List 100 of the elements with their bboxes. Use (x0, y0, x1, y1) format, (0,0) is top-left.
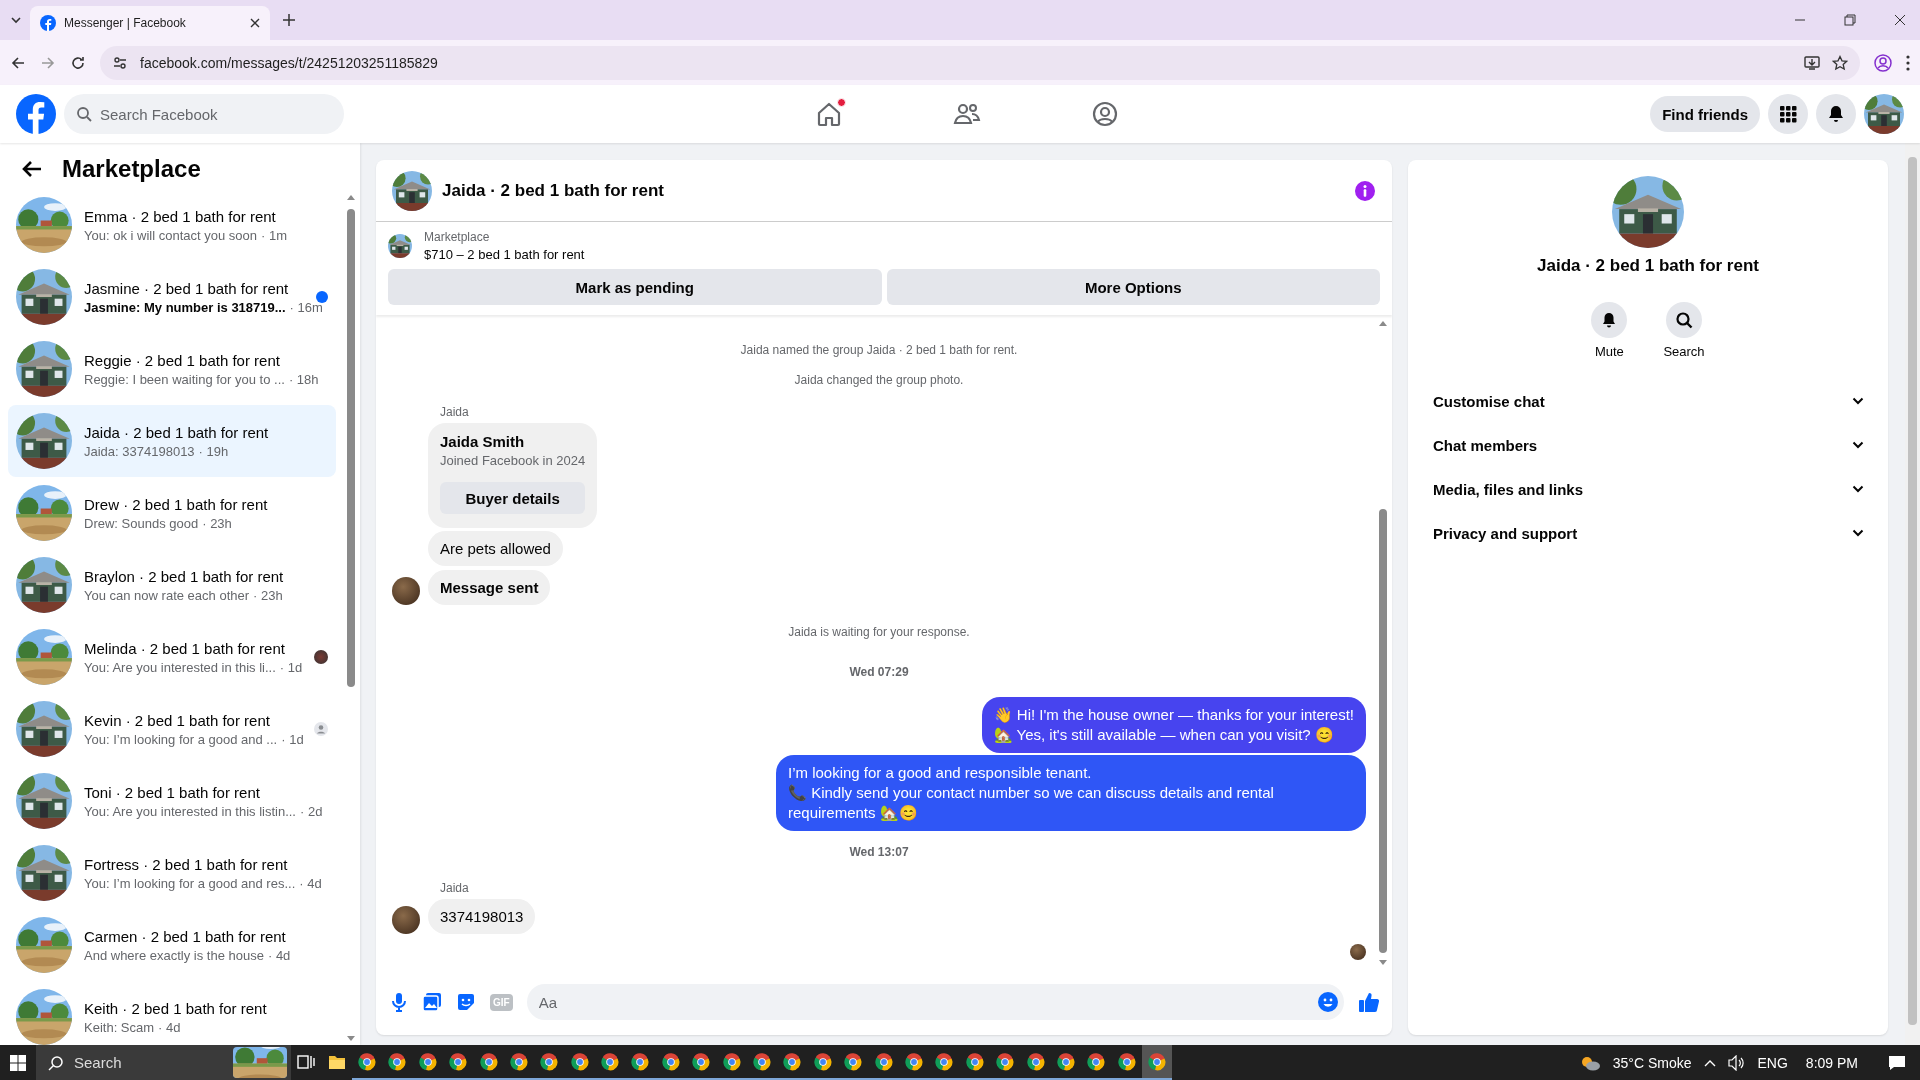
buyer-details-button[interactable]: Buyer details (440, 482, 586, 514)
chrome-icon[interactable] (631, 1052, 650, 1071)
taskbar-search-field[interactable]: Search (74, 1045, 214, 1080)
conversation-item[interactable]: Braylon · 2 bed 1 bath for rent You can now rate each other · 23h (8, 549, 336, 621)
listing-action-button[interactable]: Mark as pending (388, 269, 882, 305)
menu-icon[interactable] (1906, 54, 1910, 71)
chrome-icon[interactable] (1026, 1052, 1045, 1071)
scroll-down-icon[interactable] (346, 1035, 356, 1043)
conversation-item[interactable]: Melinda · 2 bed 1 bath for rent You: Are you interested in this li... · 1d (8, 621, 336, 693)
conversation-title: Fortress · 2 bed 1 bath for rent (84, 855, 289, 873)
reload-icon[interactable] (70, 54, 86, 71)
notification-center-icon[interactable] (1888, 1054, 1906, 1071)
chrome-icon[interactable] (844, 1052, 863, 1071)
close-icon[interactable] (1894, 14, 1906, 26)
chrome-icon[interactable] (1056, 1052, 1075, 1071)
volume-icon[interactable] (1727, 1054, 1746, 1071)
chrome-icon[interactable] (874, 1052, 893, 1071)
windows-start-icon[interactable] (10, 1054, 26, 1071)
chrome-icon[interactable] (509, 1052, 528, 1071)
find-friends-button[interactable]: Find friends (1650, 96, 1760, 132)
chrome-icon[interactable] (388, 1052, 407, 1071)
taskbar-search-box[interactable]: Search (36, 1045, 291, 1080)
scrollbar-thumb[interactable] (1908, 157, 1917, 1025)
conversation-item[interactable]: Toni · 2 bed 1 bath for rent You: Are you interested in this listin... · 2d (8, 765, 336, 837)
install-icon[interactable] (1804, 54, 1820, 71)
chrome-icon[interactable] (540, 1052, 559, 1071)
section-header[interactable]: Privacy and support (1420, 511, 1876, 555)
show-hidden-icons[interactable] (1703, 1058, 1716, 1067)
chrome-icon[interactable] (601, 1052, 620, 1071)
message-time: · 23h (202, 515, 232, 531)
back-icon[interactable] (22, 160, 42, 178)
scrollbar-thumb[interactable] (1379, 509, 1387, 953)
chrome-icon[interactable] (1148, 1052, 1167, 1071)
chrome-icon[interactable] (449, 1052, 468, 1071)
chrome-icon[interactable] (813, 1052, 832, 1071)
conversation-item[interactable]: Emma · 2 bed 1 bath for rent You: ok i will contact you soon · 1m (8, 189, 336, 261)
emoji-icon[interactable] (1318, 992, 1338, 1012)
chrome-icon[interactable] (357, 1052, 376, 1071)
section-header[interactable]: Media, files and links (1420, 467, 1876, 511)
scroll-down-icon[interactable] (1378, 959, 1388, 967)
chrome-icon[interactable] (935, 1052, 954, 1071)
system-message: Jaida changed the group photo. (794, 373, 964, 387)
conversation-title: Reggie · 2 bed 1 bath for rent (84, 351, 281, 369)
chrome-icon[interactable] (905, 1052, 923, 1071)
chrome-icon[interactable] (1087, 1052, 1106, 1071)
chrome-icon[interactable] (722, 1052, 741, 1071)
chrome-icon[interactable] (996, 1052, 1015, 1071)
conversation-item[interactable]: Jasmine · 2 bed 1 bath for rent Jasmine: My number is 318719... · 16m (8, 261, 336, 333)
chrome-icon[interactable] (783, 1052, 802, 1071)
section-header[interactable]: Chat members (1420, 423, 1876, 467)
facebook-logo[interactable] (16, 94, 56, 134)
close-icon[interactable] (250, 18, 260, 28)
chrome-icon[interactable] (661, 1052, 680, 1071)
conversation-item[interactable]: Reggie · 2 bed 1 bath for rent Reggie: I been waiting for you to ... · 18h (8, 333, 336, 405)
scrollbar-thumb[interactable] (347, 209, 355, 687)
chrome-icon[interactable] (418, 1052, 437, 1071)
clock[interactable]: 8:09 PM (1805, 1054, 1858, 1071)
forward-icon[interactable] (40, 54, 56, 71)
search-field[interactable]: Search Facebook (100, 94, 332, 134)
chrome-icon[interactable] (692, 1052, 711, 1071)
conversation-item[interactable]: Kevin · 2 bed 1 bath for rent You: I’m looking for a good and ... · 1d (8, 693, 336, 765)
message-preview: You: ok i will contact you soon (84, 227, 257, 243)
sticker-icon[interactable] (456, 992, 476, 1012)
conversation-item[interactable]: Jaida · 2 bed 1 bath for rent Jaida: 3374198013 · 19h (8, 405, 336, 477)
message-preview: You: I’m looking for a good and res... (84, 875, 296, 891)
message-bubble: 3374198013 (428, 899, 536, 934)
microphone-icon[interactable] (390, 992, 408, 1012)
chrome-icon[interactable] (965, 1052, 984, 1071)
star-icon[interactable] (1832, 54, 1848, 71)
conversation-item[interactable]: Drew · 2 bed 1 bath for rent Drew: Sounds good · 23h (8, 477, 336, 549)
language-indicator[interactable]: ENG (1757, 1054, 1788, 1071)
chrome-icon[interactable] (479, 1052, 498, 1071)
scroll-up-icon[interactable] (346, 193, 356, 201)
conversation-item[interactable]: Keith · 2 bed 1 bath for rent Keith: Scam · 4d (8, 981, 336, 1045)
chrome-icon[interactable] (753, 1052, 772, 1071)
profile-icon[interactable] (1874, 53, 1892, 72)
new-tab-icon[interactable] (282, 13, 296, 27)
message-time: · 4d (267, 947, 291, 963)
like-icon[interactable] (1358, 991, 1380, 1013)
chrome-icon[interactable] (1117, 1052, 1136, 1071)
apps-menu-button[interactable] (1768, 94, 1808, 134)
conversation-title: Kevin · 2 bed 1 bath for rent (84, 711, 271, 729)
chrome-icon[interactable] (570, 1052, 589, 1071)
search-box[interactable]: Search Facebook (64, 94, 344, 134)
folder-icon[interactable] (327, 1053, 346, 1070)
scroll-up-icon[interactable] (1378, 319, 1388, 327)
back-icon[interactable] (10, 54, 26, 71)
address-bar[interactable]: facebook.com/messages/t/24251203251185829 (100, 45, 1860, 80)
browser-tab[interactable]: Messenger | Facebook (30, 6, 270, 40)
info-icon[interactable] (1354, 179, 1376, 202)
photo-icon[interactable] (422, 992, 442, 1012)
account-avatar[interactable] (1864, 94, 1904, 134)
restore-icon[interactable] (1844, 14, 1856, 26)
conversation-item[interactable]: Fortress · 2 bed 1 bath for rent You: I’m looking for a good and res... · 4d (8, 837, 336, 909)
notifications-button[interactable] (1816, 94, 1856, 134)
task-view-icon[interactable] (297, 1052, 316, 1071)
section-header[interactable]: Customise chat (1420, 379, 1876, 423)
site-settings-icon[interactable] (112, 54, 128, 71)
listing-action-button[interactable]: More Options (886, 269, 1380, 305)
conversation-item[interactable]: Carmen · 2 bed 1 bath for rent And where exactly is the house · 4d (8, 909, 336, 981)
